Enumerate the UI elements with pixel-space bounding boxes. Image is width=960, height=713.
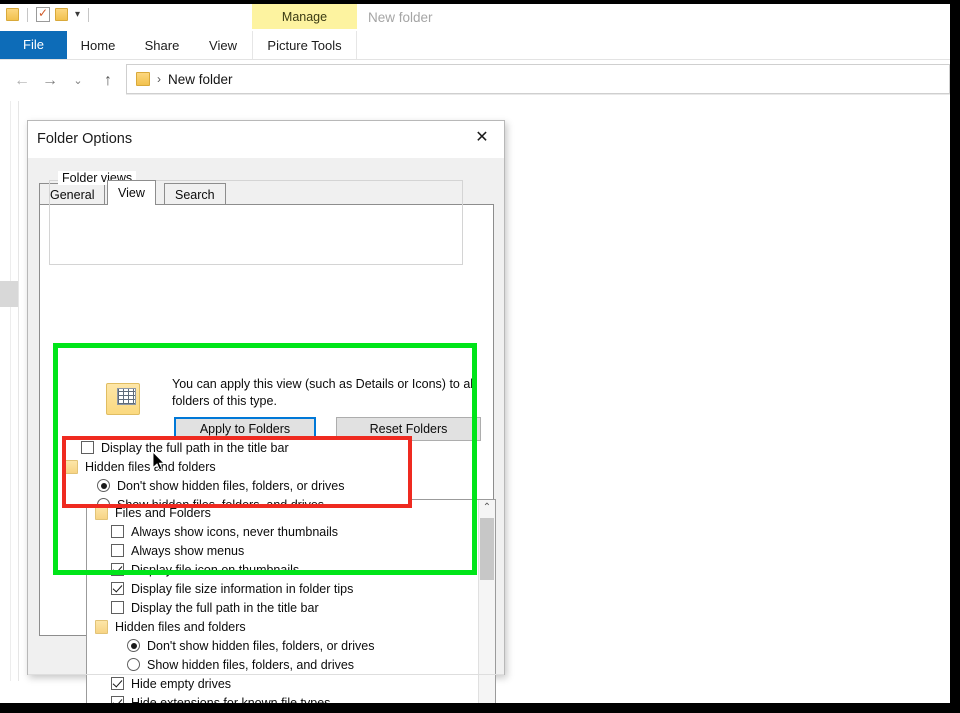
list-item[interactable]: Hidden files and folders — [87, 617, 479, 636]
folder-icon — [95, 619, 108, 634]
navigation-pane-divider — [18, 101, 19, 681]
navigation-pane-edge — [0, 101, 11, 681]
list-item-label: Files and Folders — [115, 505, 211, 520]
close-icon[interactable]: ✕ — [460, 121, 504, 154]
folder-icon — [95, 505, 108, 520]
scrollbar[interactable]: ⌃ ⌄ — [478, 500, 495, 703]
tab-view[interactable]: View — [107, 180, 156, 205]
list-item[interactable]: Display the full path in the title bar — [87, 598, 479, 617]
advanced-settings-list[interactable]: Files and Folders Always show icons, nev… — [86, 499, 496, 703]
folder-options-dialog: Folder Options ✕ General View Search Fol… — [27, 120, 505, 703]
forward-button[interactable]: → — [38, 69, 62, 93]
list-item-label: Show hidden files, folders, and drives — [147, 657, 355, 672]
address-bar-row: ← → ⌄ ↑ › New folder — [0, 60, 950, 101]
ribbon-tab-bar: File Home Share View Picture Tools Manag… — [0, 10, 950, 60]
checkbox[interactable] — [111, 677, 124, 690]
radio-button[interactable] — [127, 639, 140, 652]
checkbox[interactable] — [111, 525, 124, 538]
tab-home[interactable]: Home — [73, 31, 123, 59]
breadcrumb-separator: › — [157, 72, 161, 86]
list-item-label: Always show icons, never thumbnails — [131, 524, 339, 539]
checkbox[interactable] — [111, 563, 124, 576]
list-item[interactable]: Hide empty drives — [87, 674, 479, 693]
reset-folders-button[interactable]: Reset Folders — [336, 417, 481, 441]
toolbar-divider — [88, 7, 90, 22]
toolbar-divider — [27, 7, 28, 22]
folder-view-icon — [106, 383, 140, 415]
dialog-title: Folder Options — [37, 131, 133, 147]
checkbox[interactable] — [111, 601, 124, 614]
screenshot-frame: ▾ New folder File Home Share View Pictur… — [0, 0, 960, 713]
checkbox[interactable] — [111, 696, 124, 703]
navigation-pane-scroll-chip[interactable] — [0, 281, 19, 307]
breadcrumb[interactable]: New folder — [168, 72, 233, 87]
folder-views-description: You can apply this view (such as Details… — [172, 377, 476, 408]
list-item[interactable]: Files and Folders — [87, 503, 479, 522]
advanced-settings-rows: Files and Folders Always show icons, nev… — [87, 500, 479, 703]
up-button[interactable]: ↑ — [96, 69, 120, 93]
contextual-tab-manage-label: Manage — [281, 10, 328, 24]
list-item[interactable]: Display file icon on thumbnails — [87, 560, 479, 579]
tab-picture-tools[interactable]: Picture Tools — [252, 31, 357, 59]
quick-access-toolbar: ▾ — [6, 5, 92, 22]
checkbox[interactable] — [111, 544, 124, 557]
address-bar-underline — [126, 94, 950, 95]
recent-locations-button[interactable]: ⌄ — [66, 69, 90, 93]
checkbox[interactable] — [111, 582, 124, 595]
list-item[interactable]: Display file size information in folder … — [87, 579, 479, 598]
list-item-label: Display file icon on thumbnails — [131, 562, 300, 577]
list-item-label: Hide empty drives — [131, 676, 232, 691]
tab-file[interactable]: File — [0, 31, 67, 59]
scrollbar-thumb[interactable] — [480, 518, 494, 580]
chevron-down-icon[interactable]: ▾ — [75, 8, 80, 21]
tab-view[interactable]: View — [198, 31, 248, 59]
new-folder-icon[interactable] — [55, 8, 68, 21]
list-item-label: Hide extensions for known file types — [131, 695, 331, 704]
list-item[interactable]: Hide extensions for known file types — [87, 693, 479, 703]
dialog-footer-divider — [28, 674, 504, 675]
list-item[interactable]: Show hidden files, folders, and drives — [87, 655, 479, 674]
list-item-label: Always show menus — [131, 543, 245, 558]
list-item-label: Don't show hidden files, folders, or dri… — [147, 638, 375, 653]
apply-to-folders-button[interactable]: Apply to Folders — [174, 417, 316, 441]
properties-checkmark-icon[interactable] — [36, 5, 50, 22]
list-item[interactable]: Don't show hidden files, folders, or dri… — [87, 636, 479, 655]
list-item[interactable]: Always show menus — [87, 541, 479, 560]
list-item[interactable]: Always show icons, never thumbnails — [87, 522, 479, 541]
scroll-up-icon[interactable]: ⌃ — [479, 500, 495, 517]
radio-button[interactable] — [127, 658, 140, 671]
folder-icon — [136, 72, 150, 86]
list-item-label: Display file size information in folder … — [131, 581, 354, 596]
back-button[interactable]: ← — [10, 69, 34, 93]
list-item-label: Hidden files and folders — [115, 619, 246, 634]
window-title: New folder — [368, 10, 433, 25]
file-explorer-window: ▾ New folder File Home Share View Pictur… — [0, 4, 950, 703]
list-item-label: Display the full path in the title bar — [131, 600, 319, 615]
advanced-settings-label: Advanced settings: — [86, 481, 192, 495]
folder-icon — [6, 8, 19, 21]
dialog-body: General View Search Folder views You can… — [28, 158, 504, 703]
quick-access-toolbar-strip: ▾ New folder — [0, 4, 950, 31]
address-bar[interactable]: › New folder — [126, 64, 950, 94]
tab-share[interactable]: Share — [134, 31, 190, 59]
dialog-title-bar: Folder Options ✕ — [28, 121, 504, 158]
